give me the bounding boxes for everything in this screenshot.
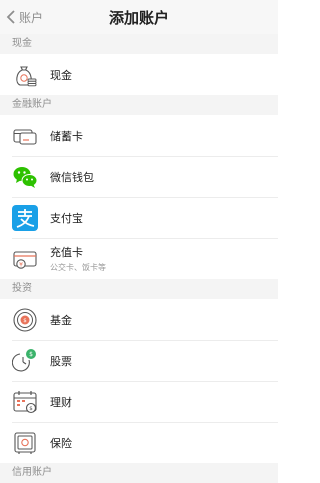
account-type-cash[interactable]: 现金 <box>0 54 278 95</box>
account-type-label: 基金 <box>50 313 72 327</box>
calendar-icon: $ <box>12 389 38 415</box>
safe-icon <box>12 430 38 456</box>
section-header-finance: 金融账户 <box>0 95 278 115</box>
back-label: 账户 <box>19 10 44 25</box>
account-type-label: 现金 <box>50 68 72 82</box>
account-type-label: 支付宝 <box>50 211 83 225</box>
page-title: 添加账户 <box>108 8 169 27</box>
account-type-fund[interactable]: $ 基金 <box>0 299 278 340</box>
bank-card-icon <box>12 123 38 149</box>
chevron-left-icon <box>6 10 15 24</box>
stock-icon: $ <box>12 348 38 374</box>
fund-icon: $ <box>12 307 38 333</box>
account-type-label: 保险 <box>50 436 72 450</box>
alipay-icon <box>12 204 38 231</box>
account-type-wealth[interactable]: $ 理财 <box>0 381 278 422</box>
wechat-icon <box>12 164 38 190</box>
account-type-stock[interactable]: $ 股票 <box>0 340 278 381</box>
svg-text:$: $ <box>29 406 33 412</box>
account-type-label: 理财 <box>50 395 72 409</box>
account-type-wechat-wallet[interactable]: 微信钱包 <box>0 156 278 197</box>
account-type-prepaid-card[interactable]: ¥ 充值卡 公交卡、饭卡等 <box>0 238 278 279</box>
svg-text:$: $ <box>23 318 27 324</box>
account-type-sublabel: 公交卡、饭卡等 <box>50 263 106 272</box>
nav-bar: 账户 添加账户 <box>0 0 278 34</box>
account-type-insurance[interactable]: 保险 <box>0 422 278 463</box>
account-type-label: 微信钱包 <box>50 170 94 184</box>
back-button[interactable]: 账户 <box>6 0 43 34</box>
section-header-invest: 投资 <box>0 279 278 299</box>
money-bag-icon <box>12 62 38 88</box>
account-type-label: 股票 <box>50 354 72 368</box>
svg-text:$: $ <box>29 351 33 358</box>
account-type-label: 储蓄卡 <box>50 129 83 143</box>
account-type-debit-card[interactable]: 储蓄卡 <box>0 115 278 156</box>
account-type-label: 充值卡 <box>50 246 83 259</box>
prepaid-card-icon: ¥ <box>12 246 38 272</box>
section-header-cash: 现金 <box>0 34 278 54</box>
svg-text:¥: ¥ <box>19 261 23 268</box>
account-type-alipay[interactable]: 支付宝 <box>0 197 278 238</box>
section-header-credit: 信用账户 <box>0 463 278 483</box>
